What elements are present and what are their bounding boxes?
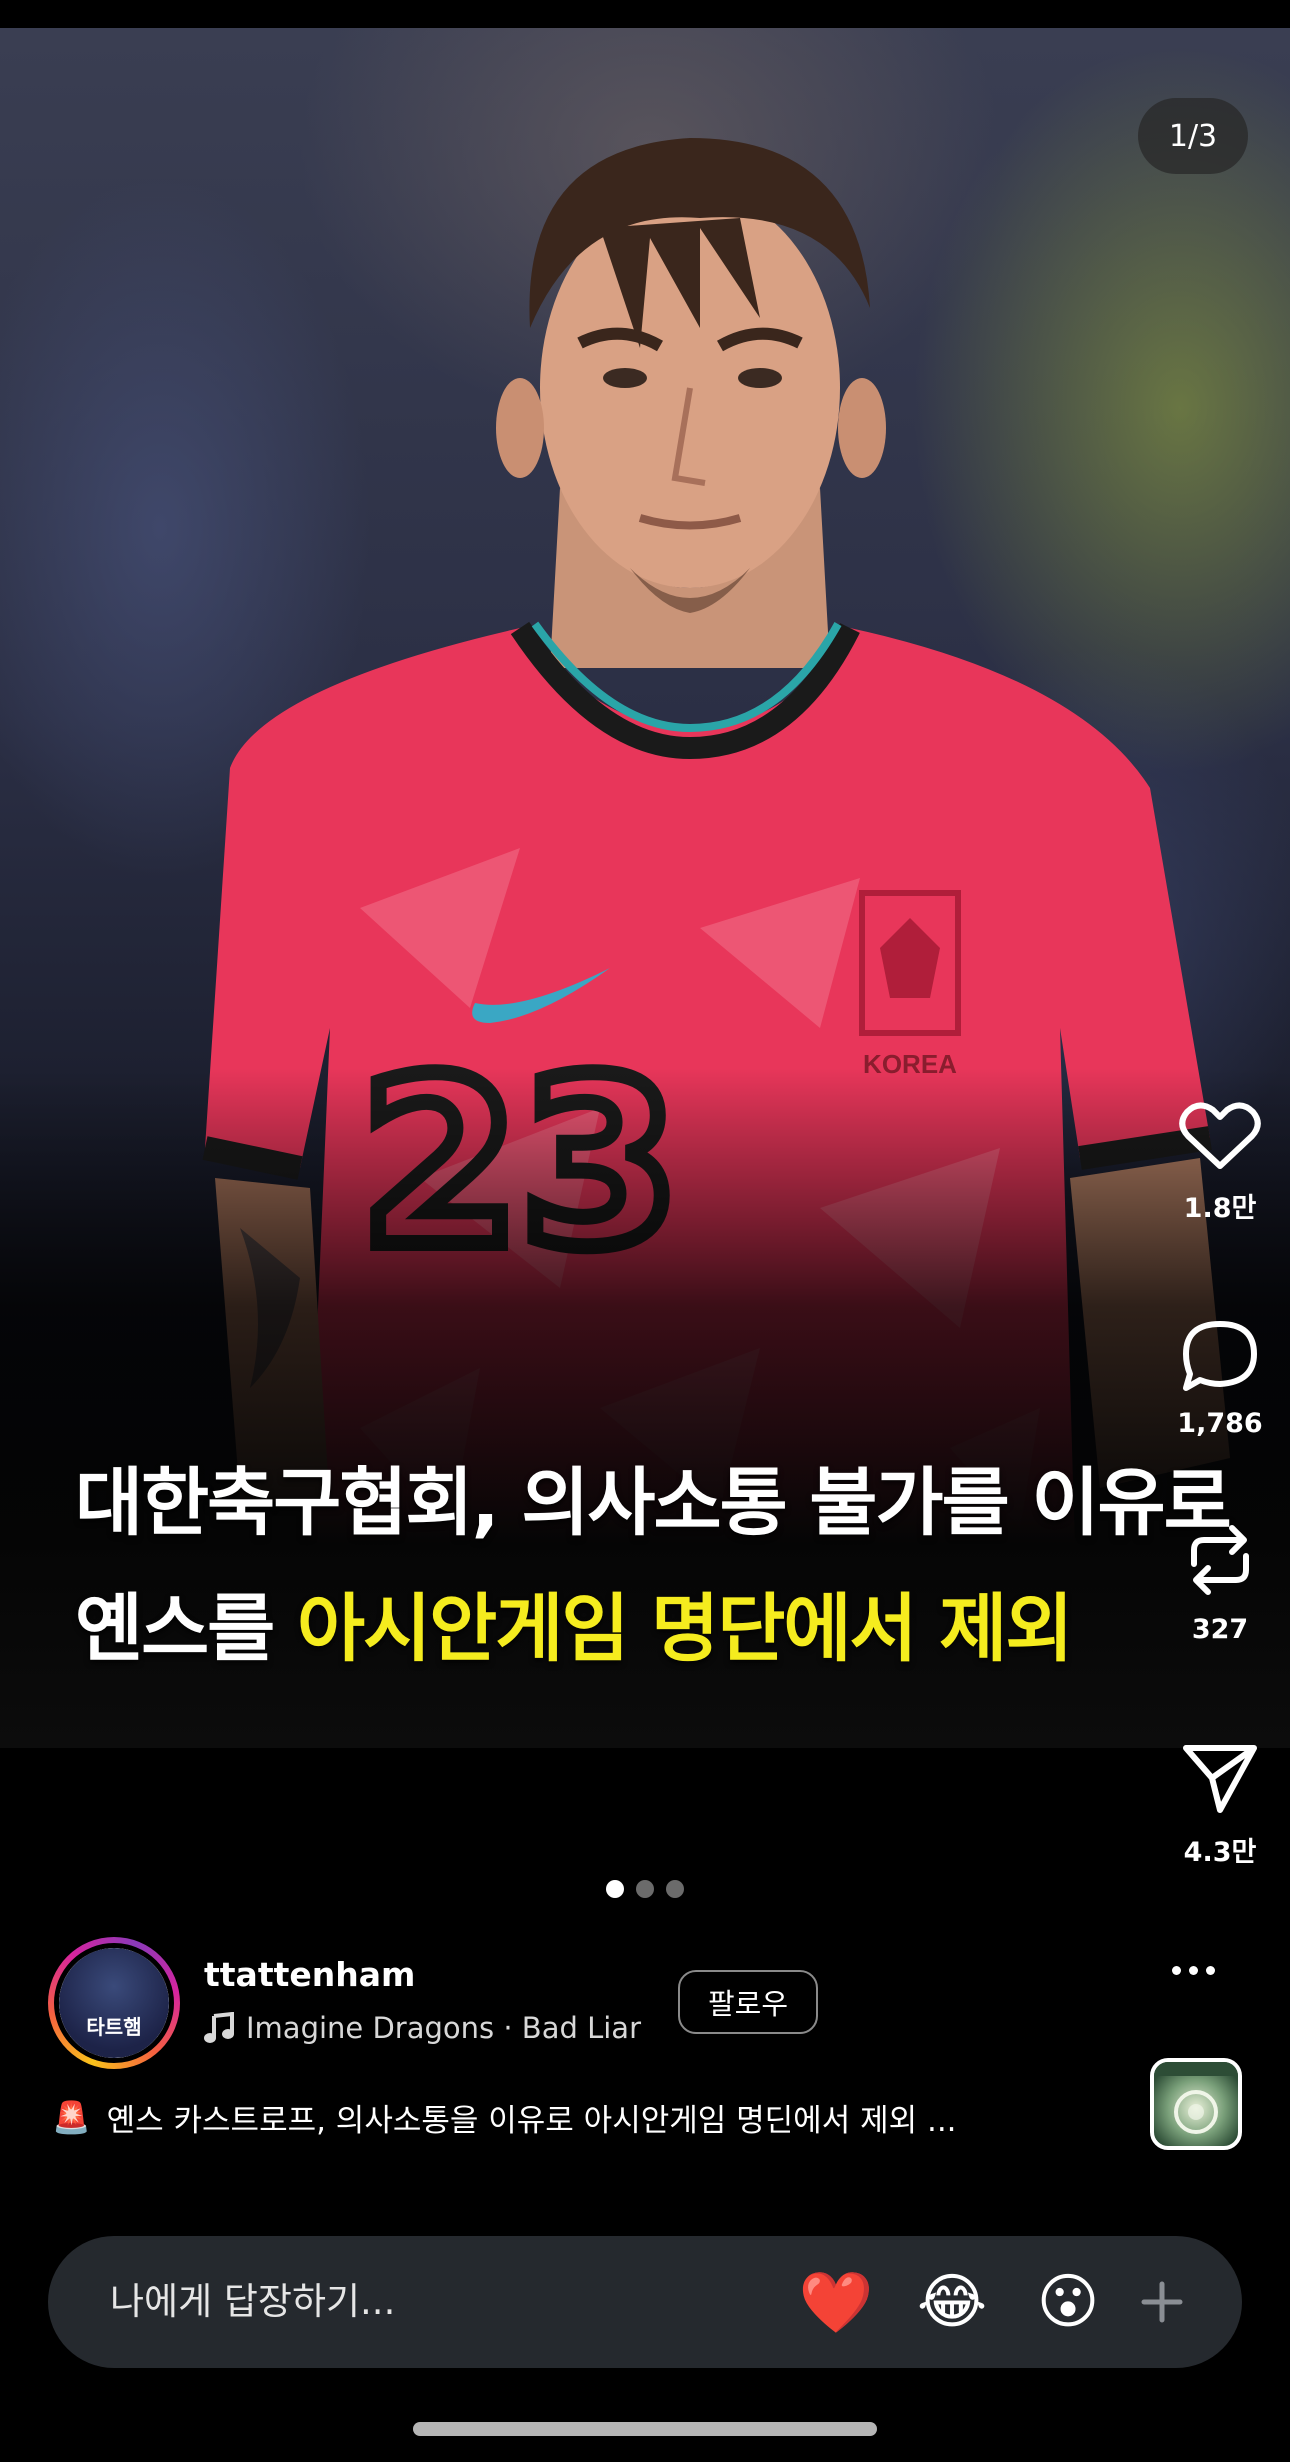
more-dot bbox=[1188, 1965, 1198, 1975]
post-caption[interactable]: 🚨 옌스 카스트로프, 의사소통을 이유로 아시안게임 명딘에서 제외 ... bbox=[52, 2095, 957, 2140]
avatar[interactable]: 타트햄 bbox=[48, 1937, 180, 2069]
headline-line-2: 옌스를 아시안게임 명단에서 제외 bbox=[75, 1566, 1255, 1692]
repost-count: 327 bbox=[1191, 1614, 1249, 1645]
username[interactable]: ttattenham bbox=[204, 1955, 415, 1994]
wow-reaction-button[interactable]: 😮 bbox=[1030, 2264, 1106, 2340]
headline-overlay: 대한축구협회, 의사소통 불가를 이유로 옌스를 아시안게임 명단에서 제외 bbox=[75, 1440, 1255, 1692]
carousel-dot-1[interactable] bbox=[606, 1880, 624, 1898]
plus-icon bbox=[1141, 2281, 1183, 2323]
more-dot bbox=[1205, 1965, 1215, 1975]
post-media[interactable]: KOREA 23 1/3 대한축구협회, 의사소통 불가를 이유로 옌스를 아시… bbox=[0, 28, 1290, 1748]
album-art-image bbox=[1154, 2062, 1238, 2134]
carousel-dot-2[interactable] bbox=[636, 1880, 654, 1898]
heart-icon bbox=[1179, 1102, 1261, 1169]
comment-button[interactable]: 1,786 bbox=[1170, 1318, 1270, 1439]
add-reaction-button[interactable] bbox=[1126, 2266, 1198, 2338]
headline-line-2-yellow: 아시안게임 명단에서 제외 bbox=[297, 1586, 1073, 1672]
author-row: 타트햄 ttattenham Imagine Dragons · Bad Lia… bbox=[48, 1935, 1048, 2075]
music-label: Imagine Dragons · Bad Liar bbox=[246, 2011, 641, 2045]
carousel-dots bbox=[0, 1880, 1290, 1898]
more-dot bbox=[1171, 1965, 1181, 1975]
repost-button[interactable]: 327 bbox=[1170, 1520, 1270, 1645]
siren-emoji: 🚨 bbox=[52, 2100, 91, 2136]
caption-text: 옌스 카스트로프, 의사소통을 이유로 아시안게임 명딘에서 제외 ... bbox=[106, 2103, 957, 2139]
audio-thumbnail[interactable] bbox=[1150, 2058, 1242, 2150]
reels-screen: KOREA 23 1/3 대한축구협회, 의사소통 불가를 이유로 옌스를 아시… bbox=[0, 0, 1290, 2462]
send-icon bbox=[1183, 1745, 1257, 1813]
comment-icon bbox=[1183, 1321, 1257, 1391]
like-count: 1.8만 bbox=[1183, 1193, 1257, 1224]
home-indicator[interactable] bbox=[413, 2422, 877, 2436]
page-counter: 1/3 bbox=[1138, 98, 1248, 174]
repost-icon bbox=[1191, 1525, 1249, 1595]
share-button[interactable]: 4.3만 bbox=[1170, 1740, 1270, 1869]
music-attribution[interactable]: Imagine Dragons · Bad Liar bbox=[204, 2011, 641, 2045]
headline-line-2-white: 옌스를 bbox=[75, 1586, 298, 1672]
reply-bar: 나에게 답장하기... ❤️ 😂 😮 bbox=[48, 2236, 1242, 2368]
heart-reaction-button[interactable]: ❤️ bbox=[798, 2264, 874, 2340]
music-note-icon bbox=[204, 2012, 234, 2043]
follow-button[interactable]: 팔로우 bbox=[678, 1970, 818, 2034]
headline-line-1: 대한축구협회, 의사소통 불가를 이유로 bbox=[75, 1460, 1232, 1546]
carousel-dot-3[interactable] bbox=[666, 1880, 684, 1898]
more-options-button[interactable] bbox=[1158, 1950, 1228, 1990]
avatar-image: 타트햄 bbox=[59, 1948, 169, 2058]
reply-input[interactable]: 나에게 답장하기... bbox=[110, 2236, 395, 2368]
comment-count: 1,786 bbox=[1177, 1408, 1263, 1439]
laugh-reaction-button[interactable]: 😂 bbox=[914, 2264, 990, 2340]
share-count: 4.3만 bbox=[1183, 1837, 1257, 1868]
avatar-frame: 타트햄 bbox=[54, 1943, 174, 2063]
like-button[interactable]: 1.8만 bbox=[1170, 1100, 1270, 1225]
